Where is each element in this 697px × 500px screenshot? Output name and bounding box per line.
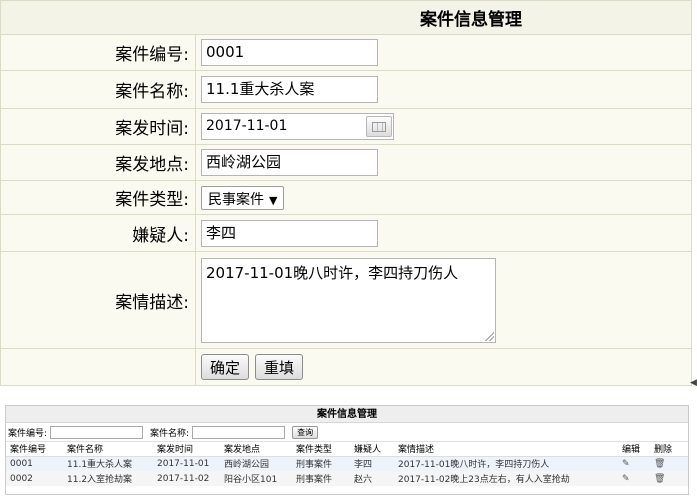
edit-icon[interactable]: ✎ <box>622 474 630 484</box>
description-label: 案情描述: <box>0 251 196 349</box>
search-case-no-input[interactable] <box>50 425 144 439</box>
cell-case-name: 11.2入室抢劫案 <box>63 471 153 486</box>
case-form: 案件信息管理 案件编号: 0001 案件名称: 11.1重大杀人案 案发时间: … <box>0 0 692 386</box>
table-row: 0001 11.1重大杀人案 2017-11-01 西岭湖公园 刑事案件 李四 … <box>6 456 688 471</box>
col-type: 案件类型 <box>292 442 350 457</box>
suspect-label: 嫌疑人: <box>0 214 196 252</box>
case-name-input[interactable]: 11.1重大杀人案 <box>201 76 378 103</box>
description-textarea[interactable]: 2017-11-01晚八时许，李四持刀伤人 <box>201 257 496 343</box>
query-button[interactable]: 查询 <box>292 425 319 439</box>
col-edit: 编辑 <box>618 442 650 457</box>
cell-suspect: 李四 <box>350 456 394 471</box>
search-case-no-label: 案件编号: <box>8 428 48 439</box>
date-input[interactable]: 2017-11-01 <box>201 113 394 140</box>
col-location: 案发地点 <box>220 442 292 457</box>
date-value: 2017-11-01 <box>206 118 288 134</box>
suspect-input[interactable]: 李四 <box>201 219 378 247</box>
case-type-value: 民事案件 <box>208 191 264 208</box>
button-row-spacer <box>0 348 196 386</box>
type-label: 案件类型: <box>0 180 196 215</box>
cell-location: 西岭湖公园 <box>220 456 292 471</box>
search-case-name-label: 案件名称: <box>150 428 190 439</box>
description-value: 2017-11-01晚八时许，李四持刀伤人 <box>206 263 459 282</box>
case-type-select[interactable]: 民事案件 ▼ <box>201 185 285 210</box>
list-title: 案件信息管理 <box>6 406 688 423</box>
edit-icon[interactable]: ✎ <box>622 459 630 469</box>
cell-case-no: 0001 <box>6 456 63 471</box>
col-date: 案发时间 <box>153 442 220 457</box>
dropdown-arrow-icon: ▼ <box>269 193 278 207</box>
confirm-button[interactable]: 确定 <box>201 354 250 380</box>
cell-date: 2017-11-01 <box>153 456 220 471</box>
location-label: 案发地点: <box>0 144 196 181</box>
case-list-panel: 案件信息管理 案件编号: 案件名称: 查询 案件编号 案件名称 案发时间 案发地… <box>5 405 689 495</box>
cell-case-no: 0002 <box>6 471 63 486</box>
trash-icon[interactable]: 🗑 <box>654 474 665 484</box>
cell-location: 阳谷小区101 <box>220 471 292 486</box>
location-input[interactable]: 西岭湖公园 <box>201 149 378 176</box>
cell-suspect: 赵六 <box>350 471 394 486</box>
col-delete: 删除 <box>650 442 688 457</box>
cell-description: 2017-11-01晚八时许，李四持刀伤人 <box>394 456 618 471</box>
cell-type: 刑事案件 <box>292 456 350 471</box>
col-description: 案情描述 <box>394 442 618 457</box>
cell-type: 刑事案件 <box>292 471 350 486</box>
case-name-label: 案件名称: <box>0 70 196 109</box>
reset-button[interactable]: 重填 <box>255 354 304 380</box>
form-title: 案件信息管理 <box>420 10 522 30</box>
case-no-input[interactable]: 0001 <box>201 39 378 66</box>
table-header-row: 案件编号 案件名称 案发时间 案发地点 案件类型 嫌疑人 案情描述 编辑 删除 <box>6 442 688 457</box>
case-table: 案件编号 案件名称 案发时间 案发地点 案件类型 嫌疑人 案情描述 编辑 删除 … <box>6 442 688 486</box>
scroll-left-arrow-icon[interactable]: ◀ <box>690 378 697 388</box>
search-case-name-input[interactable] <box>192 425 286 439</box>
col-case-no: 案件编号 <box>6 442 63 457</box>
calendar-icon[interactable] <box>366 116 392 137</box>
search-bar: 案件编号: 案件名称: 查询 <box>6 423 688 442</box>
cell-date: 2017-11-02 <box>153 471 220 486</box>
col-case-name: 案件名称 <box>63 442 153 457</box>
resize-grip-icon[interactable] <box>485 331 494 341</box>
cell-case-name: 11.1重大杀人案 <box>63 456 153 471</box>
col-suspect: 嫌疑人 <box>350 442 394 457</box>
trash-icon[interactable]: 🗑 <box>654 459 665 469</box>
case-no-label: 案件编号: <box>0 34 196 71</box>
date-label: 案发时间: <box>0 108 196 145</box>
form-header: 案件信息管理 <box>0 0 692 35</box>
table-row: 0002 11.2入室抢劫案 2017-11-02 阳谷小区101 刑事案件 赵… <box>6 471 688 486</box>
cell-description: 2017-11-02晚上23点左右，有人入室抢劫 <box>394 471 618 486</box>
